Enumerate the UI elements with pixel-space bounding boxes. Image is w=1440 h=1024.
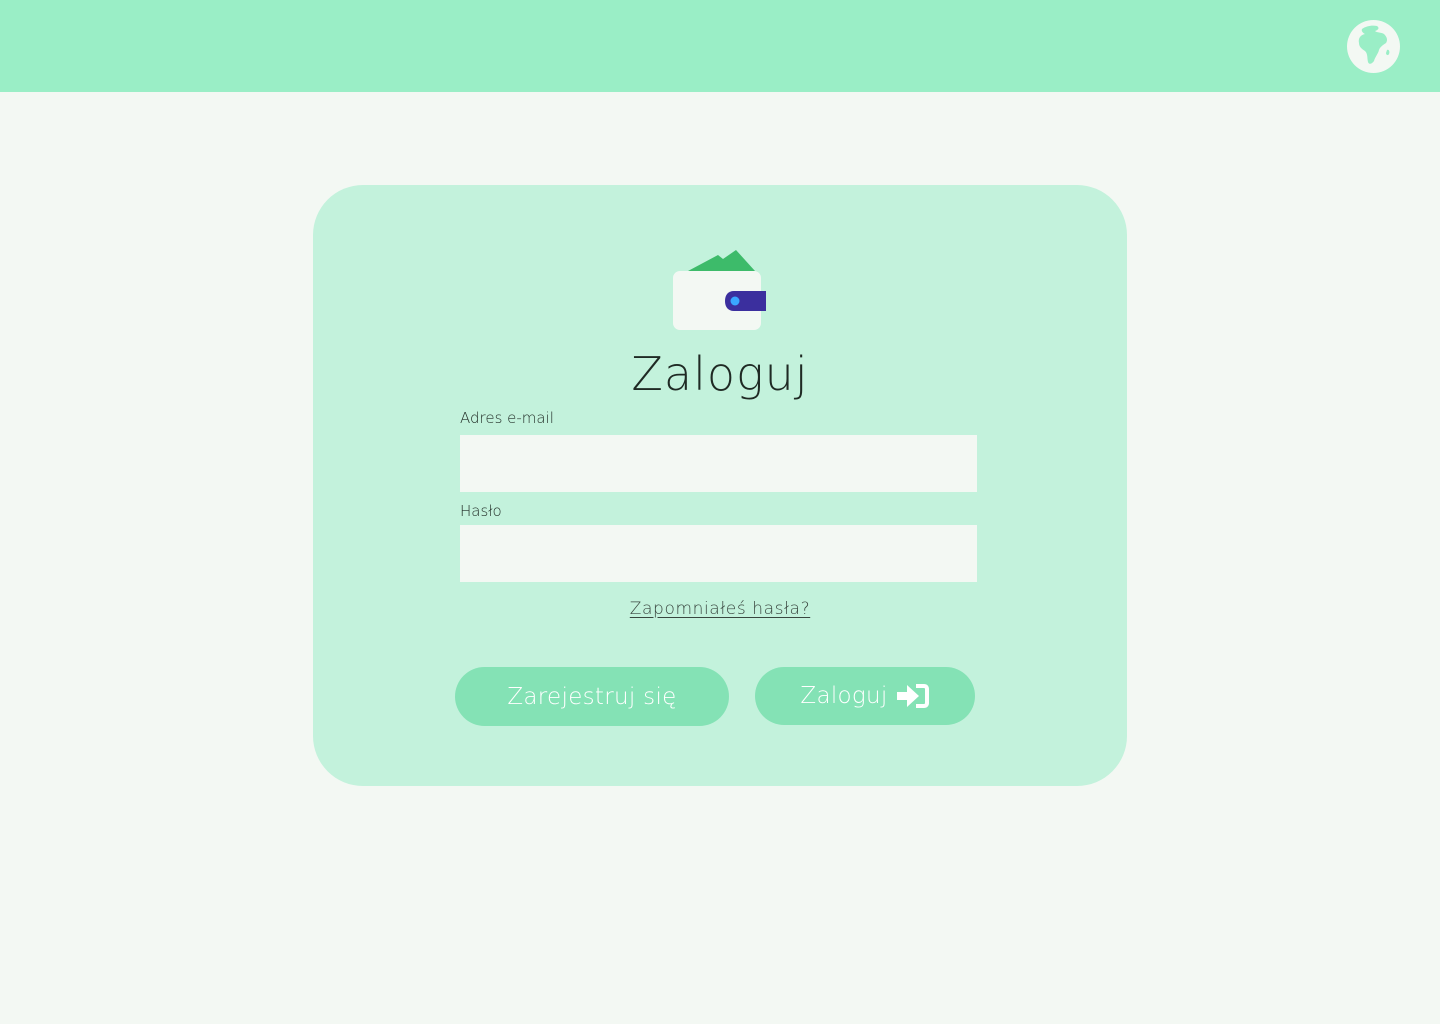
globe-africa-icon [1347, 20, 1400, 73]
wallet-icon [673, 250, 766, 330]
password-label: Hasło [460, 502, 502, 520]
wallet-logo [672, 248, 768, 332]
page-title: Zaloguj [631, 347, 809, 401]
email-label: Adres e-mail [460, 409, 554, 427]
password-field[interactable] [460, 525, 977, 582]
top-bar [0, 0, 1440, 92]
email-field[interactable] [460, 435, 977, 492]
forgot-password-link[interactable]: Zapomniałeś hasła? [630, 599, 810, 619]
register-button[interactable]: Zarejestruj się [455, 667, 729, 726]
language-globe-button[interactable] [1347, 20, 1400, 73]
sign-in-icon [896, 682, 930, 710]
forgot-password-row: Zapomniałeś hasła? [313, 599, 1127, 619]
login-button-label: Zaloguj [800, 683, 888, 709]
register-button-label: Zarejestruj się [507, 683, 677, 710]
login-button[interactable]: Zaloguj [755, 667, 975, 725]
